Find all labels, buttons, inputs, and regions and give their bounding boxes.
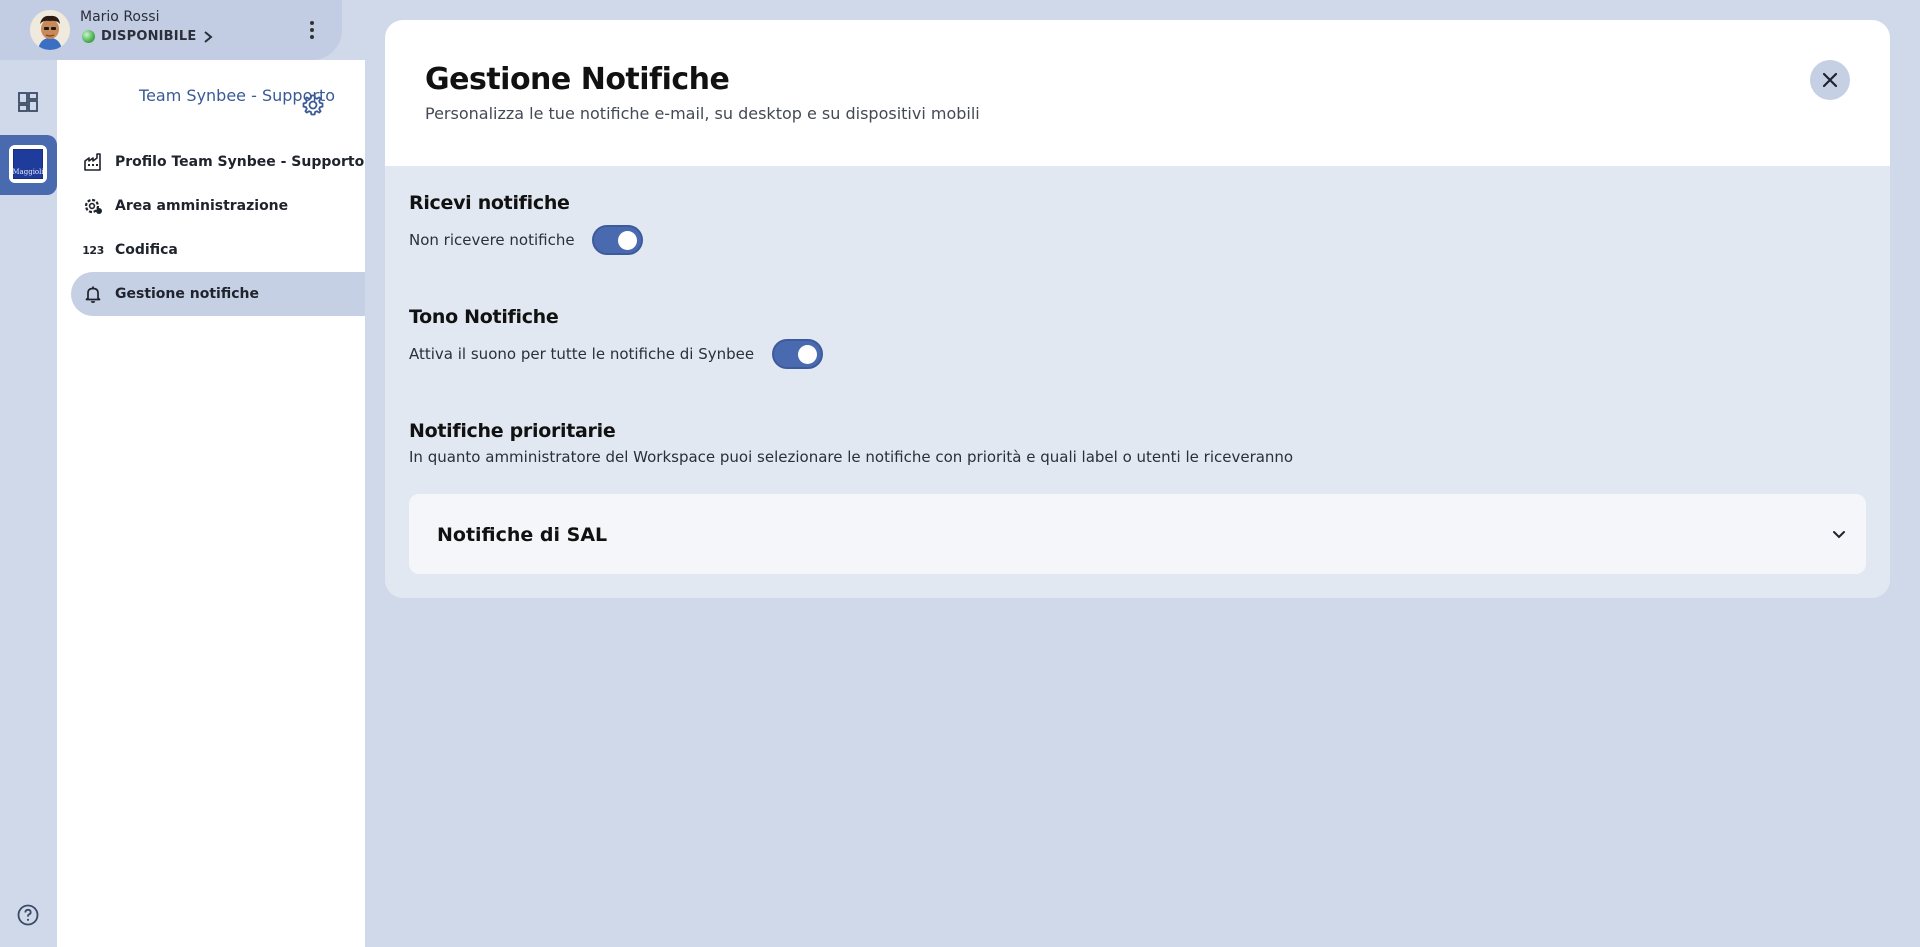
receive-notifications-toggle[interactable] <box>592 225 643 255</box>
tone-toggle[interactable] <box>772 339 823 369</box>
help-icon[interactable] <box>16 903 40 927</box>
page-title: Gestione Notifiche <box>425 62 730 97</box>
tone-title: Tono Notifiche <box>409 306 559 328</box>
user-header: Mario Rossi DISPONIBILE <box>0 0 342 60</box>
workspace-rail: Maggioli <box>0 60 57 947</box>
avatar[interactable] <box>30 10 70 50</box>
sidebar-item-admin-area[interactable]: Area amministrazione <box>71 184 365 228</box>
chevron-right-icon <box>204 30 213 43</box>
bell-icon <box>83 284 103 304</box>
user-status-label: DISPONIBILE <box>101 29 197 44</box>
receive-notifications-label: Non ricevere notifiche <box>409 231 575 249</box>
status-dot-icon <box>82 30 95 43</box>
gear-icon[interactable] <box>301 93 325 117</box>
workspace-button[interactable]: Maggioli <box>0 135 57 195</box>
sidebar-item-coding[interactable]: 123 Codifica <box>71 228 365 272</box>
user-name: Mario Rossi <box>80 9 160 25</box>
sidebar-item-label: Gestione notifiche <box>115 286 259 302</box>
workspace-logo-text: Maggioli <box>12 149 44 179</box>
receive-notifications-title: Ricevi notifiche <box>409 192 570 214</box>
page-subtitle: Personalizza le tue notifiche e-mail, su… <box>425 104 980 123</box>
toggle-knob <box>618 231 637 250</box>
sidebar-item-label: Area amministrazione <box>115 198 289 214</box>
sidebar-menu: Profilo Team Synbee - Supporto Area ammi… <box>71 140 365 316</box>
toggle-knob <box>798 345 817 364</box>
priority-description: In quanto amministratore del Workspace p… <box>409 448 1294 466</box>
sal-notifications-accordion[interactable]: Notifiche di SAL <box>409 494 1866 574</box>
sidebar-item-team-profile[interactable]: Profilo Team Synbee - Supporto <box>71 140 365 184</box>
admin-gear-icon <box>83 196 103 216</box>
priority-title: Notifiche prioritarie <box>409 420 616 442</box>
factory-icon <box>83 152 103 172</box>
sidebar-item-notifications[interactable]: Gestione notifiche <box>71 272 365 316</box>
sidebar: Team Synbee - Supporto Profilo Team Synb… <box>57 60 365 947</box>
chevron-down-icon[interactable] <box>1827 522 1851 546</box>
sidebar-item-label: Profilo Team Synbee - Supporto <box>115 154 365 170</box>
numbers-123-icon: 123 <box>82 243 104 257</box>
close-button[interactable] <box>1810 60 1850 100</box>
sidebar-item-label: Codifica <box>115 242 178 258</box>
tone-label: Attiva il suono per tutte le notifiche d… <box>409 345 755 363</box>
dashboard-icon[interactable] <box>16 90 40 114</box>
user-status[interactable]: DISPONIBILE <box>82 29 214 44</box>
panel-header: Gestione Notifiche Personalizza le tue n… <box>385 20 1890 166</box>
more-options-button[interactable] <box>300 16 324 44</box>
workspace-logo: Maggioli <box>9 145 47 183</box>
notifications-panel: Gestione Notifiche Personalizza le tue n… <box>385 20 1890 598</box>
accordion-title: Notifiche di SAL <box>437 524 608 546</box>
kebab-menu-icon <box>310 21 314 39</box>
close-icon <box>1822 72 1838 88</box>
